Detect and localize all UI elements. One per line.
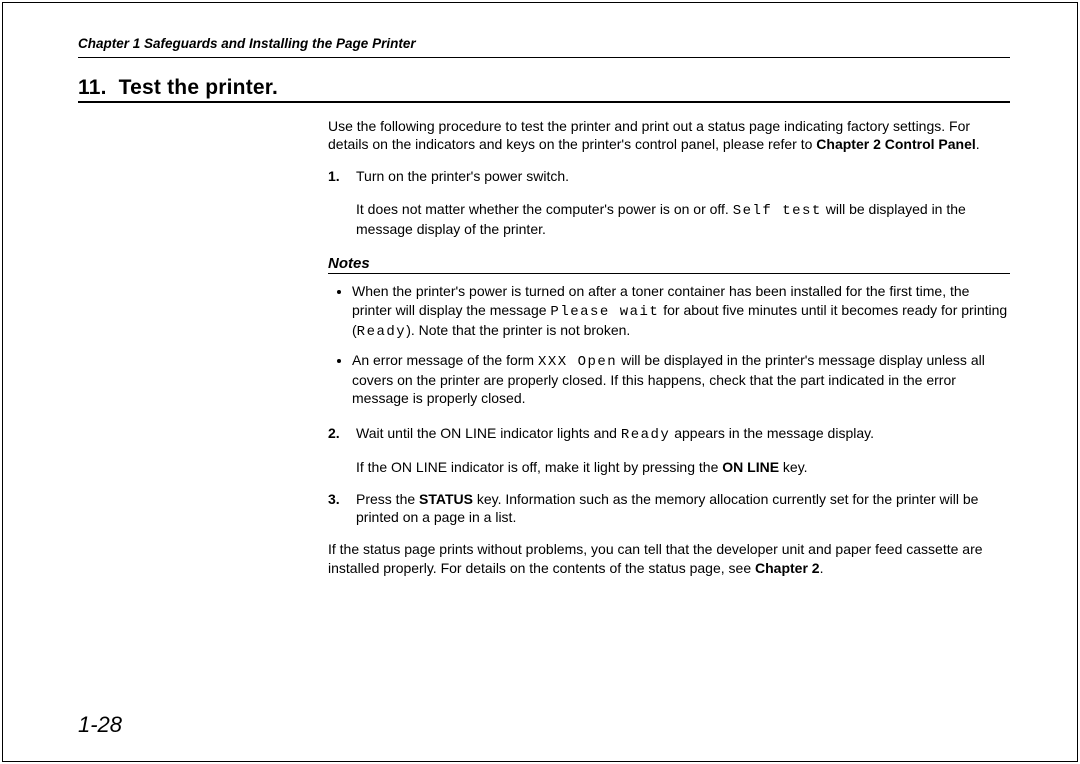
step-3-number: 3. — [328, 490, 356, 508]
step-1: 1. Turn on the printer's power switch. I… — [328, 167, 1010, 238]
page-number: 1-28 — [78, 712, 122, 738]
closing-a: If the status page prints without proble… — [328, 541, 983, 575]
section-number: 11. — [78, 76, 107, 99]
step-3-line1: Press the STATUS key. Information such a… — [356, 490, 1010, 526]
step-2: 2. Wait until the ON LINE indicator ligh… — [328, 424, 1010, 476]
step-3: 3. Press the STATUS key. Information suc… — [328, 490, 1010, 526]
step-2-line2a: If the ON LINE indicator is off, make it… — [356, 459, 722, 475]
closing-c: . — [820, 560, 824, 576]
note-1-mono-2: Ready — [357, 324, 407, 340]
notes-list: When the printer's power is turned on af… — [328, 282, 1010, 407]
body-text: Use the following procedure to test the … — [328, 117, 1010, 577]
note-1-mono-1: Please wait — [550, 304, 659, 320]
step-1-number: 1. — [328, 167, 356, 185]
step-2-number: 2. — [328, 424, 356, 442]
step-2-body: Wait until the ON LINE indicator lights … — [356, 424, 1010, 476]
note-2-mono: XXX Open — [538, 354, 617, 370]
step-1-line2: It does not matter whether the computer'… — [356, 200, 1010, 238]
closing-paragraph: If the status page prints without proble… — [328, 540, 1010, 576]
closing-bold: Chapter 2 — [755, 560, 820, 576]
step-1-body: Turn on the printer's power switch. It d… — [356, 167, 1010, 238]
note-2-a: An error message of the form — [352, 352, 538, 368]
step-1-line2a: It does not matter whether the computer'… — [356, 201, 733, 217]
note-2: An error message of the form XXX Open wi… — [352, 351, 1010, 408]
manual-page: Chapter 1 Safeguards and Installing the … — [0, 0, 1080, 764]
running-header: Chapter 1 Safeguards and Installing the … — [78, 36, 1010, 58]
step-2-bold: ON LINE — [722, 459, 779, 475]
step-2-line1a: Wait until the ON LINE indicator lights … — [356, 425, 621, 441]
note-1-e: ). Note that the printer is not broken. — [406, 322, 630, 338]
intro-text-c: . — [976, 136, 980, 152]
intro-paragraph: Use the following procedure to test the … — [328, 117, 1010, 153]
intro-ref-bold: Chapter 2 Control Panel — [816, 136, 975, 152]
note-1: When the printer's power is turned on af… — [352, 282, 1010, 341]
step-2-line2c: key. — [779, 459, 808, 475]
step-1-line1: Turn on the printer's power switch. — [356, 167, 1010, 185]
notes-heading: Notes — [328, 254, 1010, 275]
step-2-mono: Ready — [621, 427, 671, 443]
step-1-mono: Self test — [733, 203, 822, 219]
step-3-bold: STATUS — [419, 491, 473, 507]
step-2-line1c: appears in the message display. — [670, 425, 874, 441]
step-2-line2: If the ON LINE indicator is off, make it… — [356, 458, 1010, 476]
step-2-line1: Wait until the ON LINE indicator lights … — [356, 424, 1010, 444]
section-title: Test the printer. — [119, 76, 278, 99]
step-3-body: Press the STATUS key. Information such a… — [356, 490, 1010, 526]
step-3-line1a: Press the — [356, 491, 419, 507]
section-title-rule: 11. Test the printer. — [78, 76, 1010, 103]
